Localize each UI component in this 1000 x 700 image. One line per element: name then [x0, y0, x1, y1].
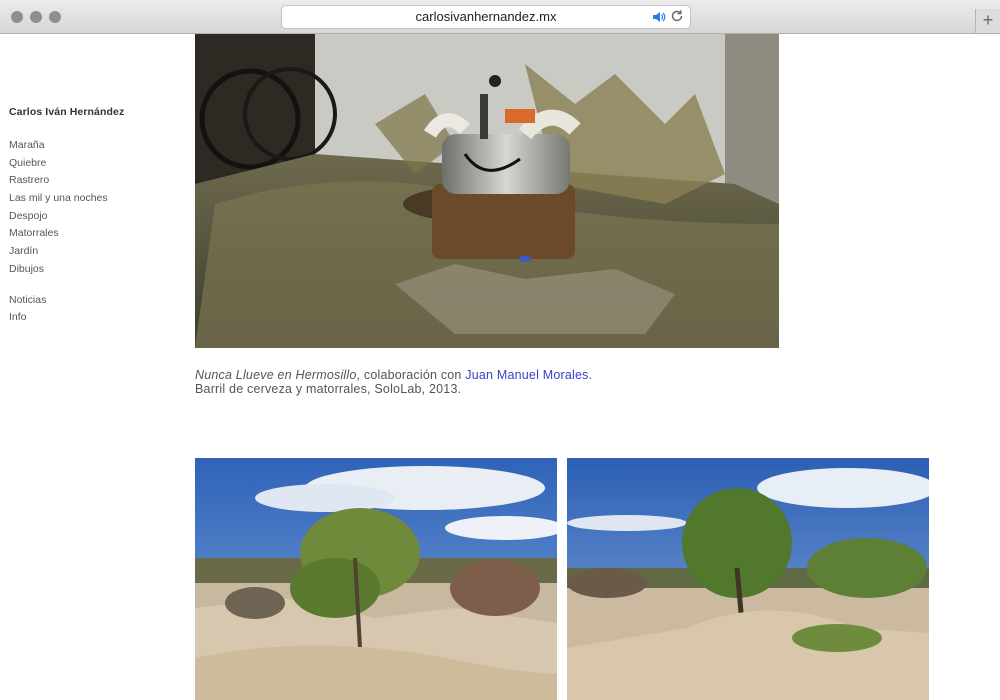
address-bar[interactable]: carlosivanhernandez.mx: [282, 6, 690, 28]
keg-installation-photo: [195, 34, 779, 348]
close-window-button[interactable]: [11, 11, 23, 23]
url-text: carlosivanhernandez.mx: [415, 9, 557, 24]
nav-item-despojo[interactable]: Despojo: [9, 208, 179, 226]
collaborator-link[interactable]: Juan Manuel Morales: [465, 368, 588, 382]
desert-photo-right-illustration: [567, 458, 929, 700]
caption-period: .: [588, 368, 593, 382]
nav-item-info[interactable]: Info: [9, 309, 179, 327]
nav-item-dibujos[interactable]: Dibujos: [9, 261, 179, 279]
speaker-icon[interactable]: [652, 10, 666, 24]
browser-toolbar: carlosivanhernandez.mx +: [0, 0, 1000, 34]
nav-item-jardin[interactable]: Jardín: [9, 243, 179, 261]
work-title: Nunca Llueve en Hermosillo: [195, 368, 357, 382]
nav-item-rastrero[interactable]: Rastrero: [9, 172, 179, 190]
nav-item-las-mil-y-una-noches[interactable]: Las mil y una noches: [9, 190, 179, 208]
zoom-window-button[interactable]: [49, 11, 61, 23]
minimize-window-button[interactable]: [30, 11, 42, 23]
primary-nav: Maraña Quiebre Rastrero Las mil y una no…: [9, 137, 179, 279]
desert-shrub-photo-left: [195, 458, 557, 700]
desert-shrub-photo-right: [567, 458, 929, 700]
caption-collab-text: , colaboración con: [356, 368, 466, 382]
site-title[interactable]: Carlos Iván Hernández: [9, 106, 179, 118]
photo-caption: Nunca Llueve en Hermosillo, colaboración…: [195, 368, 592, 396]
secondary-nav: Noticias Info: [9, 292, 179, 327]
keg-photo-illustration: [195, 34, 779, 348]
sidebar: Carlos Iván Hernández Maraña Quiebre Ras…: [9, 106, 179, 327]
nav-item-quiebre[interactable]: Quiebre: [9, 155, 179, 173]
caption-details: Barril de cerveza y matorrales, SoloLab,…: [195, 382, 462, 396]
nav-item-marana[interactable]: Maraña: [9, 137, 179, 155]
nav-item-matorrales[interactable]: Matorrales: [9, 225, 179, 243]
nav-item-noticias[interactable]: Noticias: [9, 292, 179, 310]
desert-photo-left-illustration: [195, 458, 557, 700]
new-tab-button[interactable]: +: [975, 9, 1000, 33]
reload-icon[interactable]: [670, 9, 684, 23]
